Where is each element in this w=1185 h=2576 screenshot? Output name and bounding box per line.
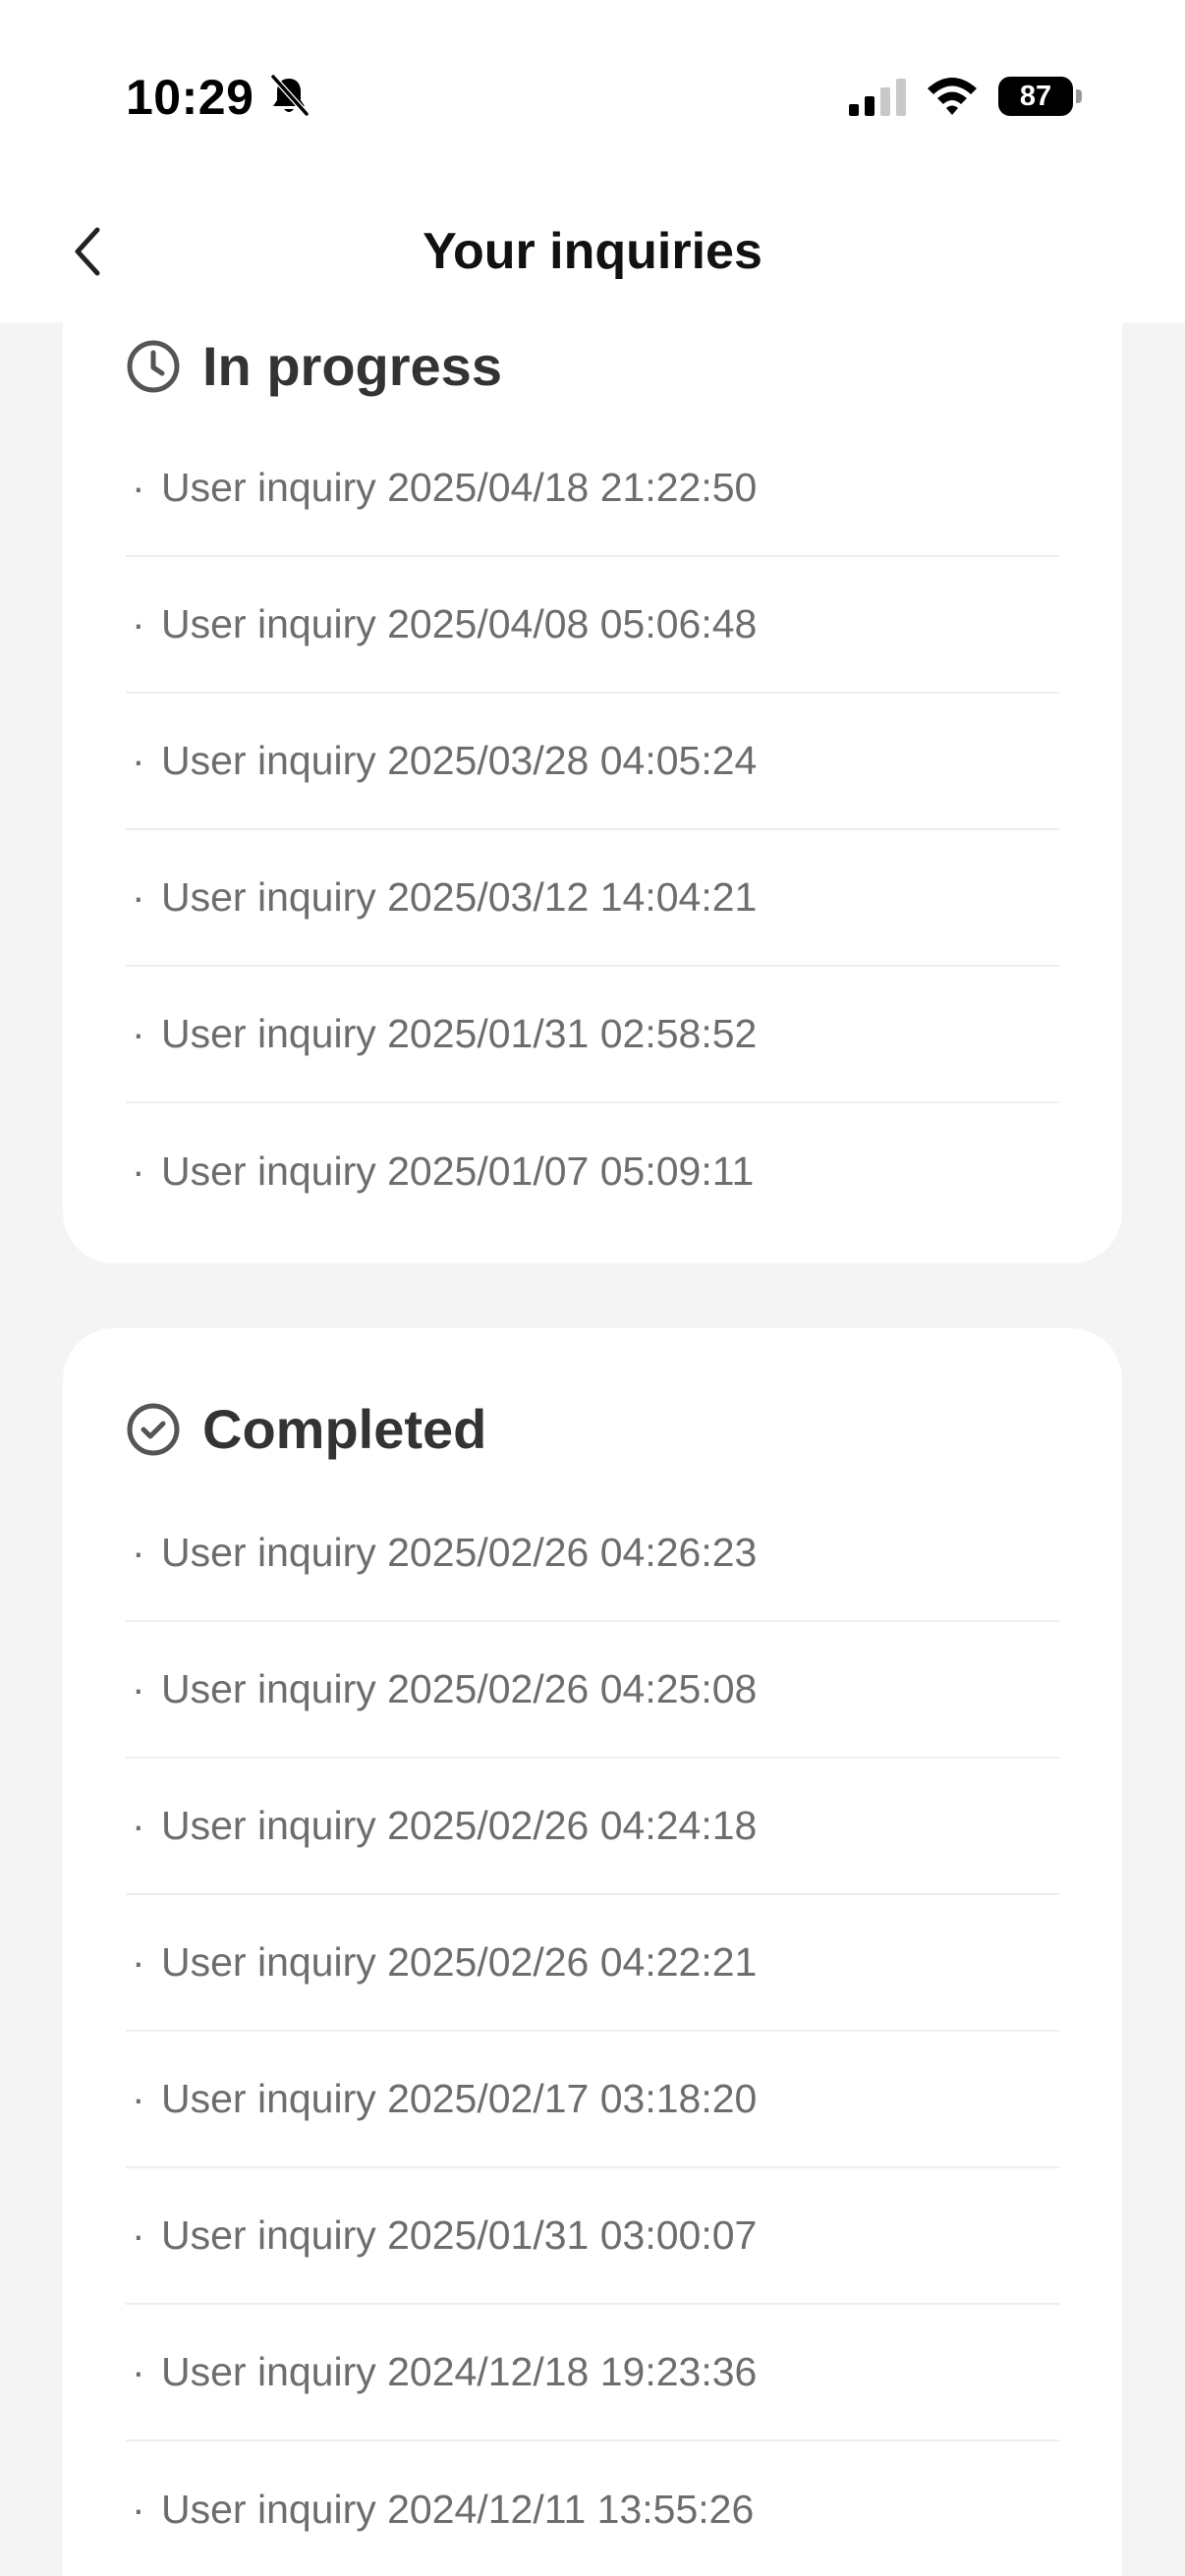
- bullet: ·: [132, 738, 145, 783]
- inquiry-label: User inquiry 2025/03/28 04:05:24: [161, 738, 758, 783]
- in-progress-title: In progress: [202, 335, 502, 397]
- inquiry-label: User inquiry 2025/04/18 21:22:50: [161, 465, 758, 510]
- list-item[interactable]: · User inquiry 2025/02/26 04:24:18: [126, 1759, 1059, 1895]
- list-item[interactable]: · User inquiry 2024/12/11 13:55:26: [126, 2441, 1059, 2576]
- status-time: 10:29: [126, 70, 254, 125]
- inquiries-screen: In progress · User inquiry 2025/04/18 21:…: [0, 0, 1185, 2576]
- inquiry-label: User inquiry 2025/02/26 04:25:08: [161, 1666, 758, 1711]
- bullet: ·: [132, 1148, 145, 1194]
- bullet: ·: [132, 2349, 145, 2394]
- completed-title: Completed: [202, 1398, 487, 1460]
- list-item[interactable]: · User inquiry 2025/02/26 04:25:08: [126, 1622, 1059, 1759]
- page-title: Your inquiries: [423, 223, 762, 280]
- wifi-icon: [928, 78, 977, 115]
- inquiry-label: User inquiry 2025/02/17 03:18:20: [161, 2076, 758, 2121]
- bullet: ·: [132, 2212, 145, 2258]
- inquiry-label: User inquiry 2025/01/31 02:58:52: [161, 1011, 758, 1056]
- list-item[interactable]: · User inquiry 2025/01/07 05:09:11: [126, 1103, 1059, 1240]
- clock-icon: [127, 340, 180, 392]
- completed-list: · User inquiry 2025/02/26 04:26:23 · User …: [126, 1485, 1059, 2576]
- bullet: ·: [132, 1530, 145, 1575]
- completed-header: Completed: [126, 1397, 486, 1461]
- list-item[interactable]: · User inquiry 2024/12/18 19:23:36: [126, 2305, 1059, 2441]
- inquiry-label: User inquiry 2024/12/18 19:23:36: [161, 2349, 758, 2394]
- inquiry-label: User inquiry 2025/04/08 05:06:48: [161, 601, 758, 646]
- battery-cap: [1076, 89, 1082, 103]
- battery-level: 87: [998, 77, 1073, 116]
- list-item[interactable]: · User inquiry 2025/03/28 04:05:24: [126, 694, 1059, 830]
- top-bar: 10:29 87 Your inquiries: [0, 0, 1185, 322]
- list-item[interactable]: · User inquiry 2025/01/31 03:00:07: [126, 2168, 1059, 2305]
- inquiry-label: User inquiry 2025/01/31 03:00:07: [161, 2212, 758, 2258]
- inquiry-label: User inquiry 2025/03/12 14:04:21: [161, 874, 758, 920]
- bullet: ·: [132, 1011, 145, 1056]
- bullet: ·: [132, 1939, 145, 1985]
- in-progress-card: In progress · User inquiry 2025/04/18 21:…: [63, 246, 1122, 1263]
- bullet: ·: [132, 601, 145, 646]
- inquiry-label: User inquiry 2025/02/26 04:22:21: [161, 1939, 758, 1985]
- list-item[interactable]: · User inquiry 2025/03/12 14:04:21: [126, 830, 1059, 967]
- list-item[interactable]: · User inquiry 2025/04/08 05:06:48: [126, 557, 1059, 694]
- bullet: ·: [132, 1666, 145, 1711]
- signal-icon: [849, 79, 906, 116]
- bullet: ·: [132, 2487, 145, 2532]
- in-progress-header: In progress: [126, 334, 502, 398]
- completed-card: Completed · User inquiry 2025/02/26 04:26…: [63, 1328, 1122, 2576]
- list-item[interactable]: · User inquiry 2025/01/31 02:58:52: [126, 967, 1059, 1103]
- inquiry-label: User inquiry 2025/02/26 04:24:18: [161, 1803, 758, 1848]
- bullet: ·: [132, 2076, 145, 2121]
- check-circle-icon: [127, 1403, 180, 1455]
- list-item[interactable]: · User inquiry 2025/02/26 04:22:21: [126, 1895, 1059, 2032]
- bullet: ·: [132, 874, 145, 920]
- list-item[interactable]: · User inquiry 2025/02/26 04:26:23: [126, 1485, 1059, 1622]
- list-item[interactable]: · User inquiry 2025/04/18 21:22:50: [126, 420, 1059, 557]
- in-progress-list: · User inquiry 2025/04/18 21:22:50 · User …: [126, 420, 1059, 1240]
- inquiry-label: User inquiry 2024/12/11 13:55:26: [161, 2487, 755, 2532]
- bullet: ·: [132, 1803, 145, 1848]
- bell-off-icon: [270, 74, 310, 117]
- battery-icon: 87: [998, 77, 1083, 116]
- list-item[interactable]: · User inquiry 2025/02/17 03:18:20: [126, 2032, 1059, 2168]
- bullet: ·: [132, 465, 145, 510]
- inquiry-label: User inquiry 2025/01/07 05:09:11: [161, 1148, 755, 1194]
- inquiry-label: User inquiry 2025/02/26 04:26:23: [161, 1530, 758, 1575]
